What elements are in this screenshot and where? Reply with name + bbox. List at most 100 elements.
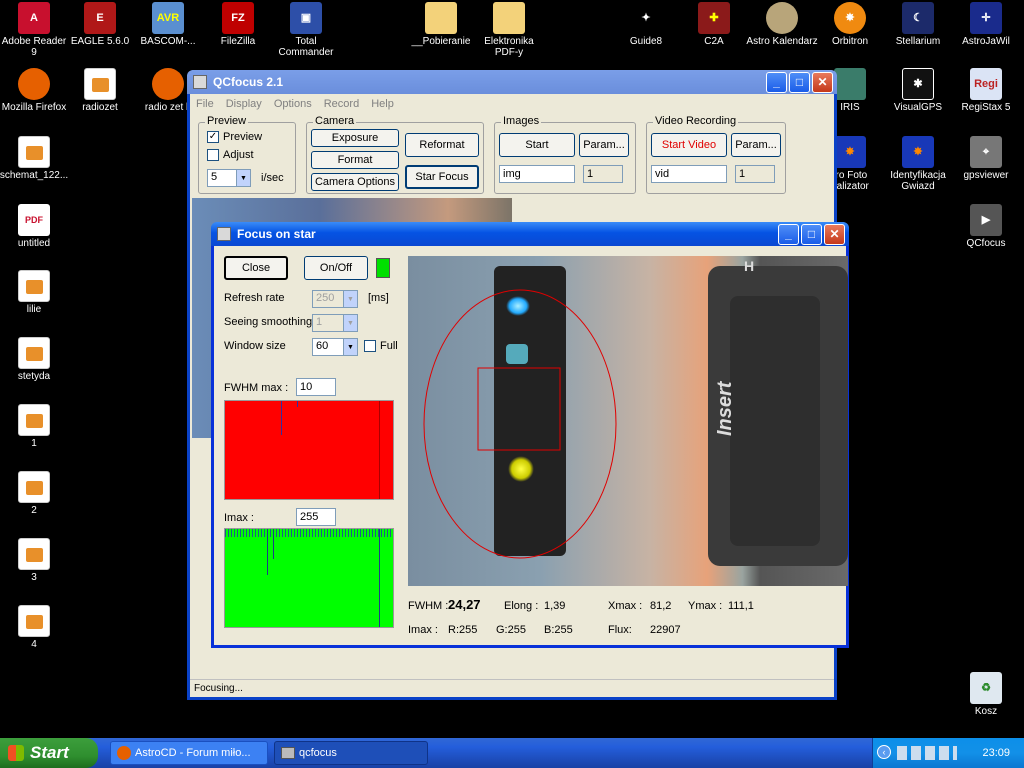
desktop-icon-registax[interactable]: Regi RegiStax 5 xyxy=(950,68,1022,113)
desktop-icon-orbitron[interactable]: ✸ Orbitron xyxy=(814,2,886,47)
system-tray: ‹ 23:09 xyxy=(872,738,1024,768)
menu-file[interactable]: File xyxy=(196,98,214,110)
desktop-icon-recycle-bin[interactable]: ♻ Kosz xyxy=(950,672,1022,717)
window-size-select[interactable]: 60 ▼ xyxy=(312,338,358,356)
status-text: Focusing... xyxy=(194,683,243,694)
close-dialog-button[interactable]: Close xyxy=(224,256,288,280)
desktop-icon-visualgps[interactable]: ✱ VisualGPS xyxy=(882,68,954,113)
xmax-value: 81,2 xyxy=(650,600,672,612)
menu-options[interactable]: Options xyxy=(274,98,312,110)
imax-plot-line xyxy=(267,529,268,575)
desktop-icon-2[interactable]: 2 xyxy=(0,471,70,516)
iris-icon xyxy=(834,68,866,100)
qcfocus-titlebar[interactable]: QCfocus 2.1 _ □ ✕ xyxy=(187,70,837,94)
camera-icon xyxy=(281,747,295,759)
camera-options-button[interactable]: Camera Options xyxy=(311,173,399,191)
desktop-icon-filezilla[interactable]: FZ FileZilla xyxy=(202,2,274,47)
app-icon xyxy=(217,227,231,241)
fwhm-plot-line xyxy=(297,401,298,407)
onoff-button[interactable]: On/Off xyxy=(304,256,368,280)
desktop-icon-bascom[interactable]: AVR BASCOM-... xyxy=(132,2,204,47)
start-button[interactable]: Start xyxy=(0,738,98,768)
close-button[interactable]: ✕ xyxy=(824,223,845,245)
fwhm-value: 24,27 xyxy=(448,597,481,612)
tray-icons[interactable] xyxy=(897,746,957,760)
firefox-icon xyxy=(117,746,131,760)
video-count-field[interactable]: 1 xyxy=(735,165,775,183)
menu-display[interactable]: Display xyxy=(226,98,262,110)
video-param-button[interactable]: Param... xyxy=(731,133,781,157)
chevron-down-icon: ▼ xyxy=(343,291,357,307)
maximize-button[interactable]: □ xyxy=(789,71,810,93)
imax-plot-line xyxy=(273,529,274,559)
desktop-icon-c2a[interactable]: ✚ C2A xyxy=(678,2,750,47)
start-video-button[interactable]: Start Video xyxy=(651,133,727,157)
desktop-icon-guide8[interactable]: ✦ Guide8 xyxy=(610,2,682,47)
desktop-icon-3[interactable]: 3 xyxy=(0,538,70,583)
gps-icon: ✱ xyxy=(902,68,934,100)
minimize-button[interactable]: _ xyxy=(778,223,799,245)
images-start-button[interactable]: Start xyxy=(499,133,575,157)
task-qcfocus[interactable]: qcfocus xyxy=(274,741,428,765)
maximize-button[interactable]: □ xyxy=(801,223,822,245)
folder-icon xyxy=(493,2,525,34)
avr-icon: AVR xyxy=(152,2,184,34)
video-name-field[interactable]: vid xyxy=(651,165,727,183)
preview-checkbox[interactable]: ✓ Preview xyxy=(207,131,262,143)
folder-icon xyxy=(425,2,457,34)
desktop-icon-astrojawil[interactable]: ✛ AstroJaWil xyxy=(950,2,1022,47)
desktop-icon-gpsviewer[interactable]: ⌖ gpsviewer xyxy=(950,136,1022,181)
fwhm-max-field[interactable]: 10 xyxy=(296,378,336,396)
rate-select[interactable]: 5 ▼ xyxy=(207,169,251,187)
imax-field[interactable]: 255 xyxy=(296,508,336,526)
refresh-rate-select[interactable]: 250 ▼ xyxy=(312,290,358,308)
desktop-icon-total-commander[interactable]: ▣ Total Commander xyxy=(270,2,342,58)
planet-icon xyxy=(766,2,798,34)
images-name-field[interactable]: img xyxy=(499,165,575,183)
clock[interactable]: 23:09 xyxy=(982,747,1010,759)
desktop-icon-1[interactable]: 1 xyxy=(0,404,70,449)
desktop-icon-firefox[interactable]: Mozilla Firefox xyxy=(0,68,70,113)
orbitron-icon: ✸ xyxy=(834,2,866,34)
minimize-button[interactable]: _ xyxy=(766,71,787,93)
eagle-icon: E xyxy=(84,2,116,34)
window-title: QCfocus 2.1 xyxy=(213,75,284,89)
images-param-button[interactable]: Param... xyxy=(579,133,629,157)
task-firefox[interactable]: AstroCD - Forum miło... xyxy=(110,741,268,765)
adjust-checkbox[interactable]: Adjust xyxy=(207,149,254,161)
menu-record[interactable]: Record xyxy=(324,98,359,110)
chevron-down-icon: ▼ xyxy=(236,170,250,186)
video-group: Video Recording Start Video Param... vid… xyxy=(646,115,786,194)
desktop-icon-identyfikacja[interactable]: ✸ Identyfikacja Gwiazd xyxy=(882,136,954,192)
menu-help[interactable]: Help xyxy=(371,98,394,110)
desktop-icon-radiozet[interactable]: radiozet xyxy=(64,68,136,113)
desktop-icon-lilie[interactable]: lilie xyxy=(0,270,70,315)
doc-icon xyxy=(18,136,50,168)
g-value: G:255 xyxy=(496,624,526,636)
seeing-smoothing-select[interactable]: 1 ▼ xyxy=(312,314,358,332)
desktop-icon-adobe-reader[interactable]: A Adobe Reader 9 xyxy=(0,2,70,58)
close-button[interactable]: ✕ xyxy=(812,71,833,93)
desktop-icon-elektronika[interactable]: Elektronika PDF-y xyxy=(473,2,545,58)
format-button[interactable]: Format xyxy=(311,151,399,169)
desktop-icon-qcfocus[interactable]: ▶ QCfocus xyxy=(950,204,1022,249)
moon-icon: ☾ xyxy=(902,2,934,34)
desktop-icon-untitled[interactable]: PDF untitled xyxy=(0,204,70,249)
focus-titlebar[interactable]: Focus on star _ □ ✕ xyxy=(211,222,849,246)
show-hidden-icons-button[interactable]: ‹ xyxy=(877,745,891,759)
desktop-icon-pobieranie[interactable]: __Pobieranie xyxy=(405,2,477,47)
full-checkbox[interactable]: Full xyxy=(364,340,398,352)
desktop-icon-schemat[interactable]: schemat_122... xyxy=(0,136,70,181)
desktop-icon-astro-kalendarz[interactable]: Astro Kalendarz xyxy=(746,2,818,47)
fwhm-plot-line xyxy=(281,401,282,435)
exposure-button[interactable]: Exposure xyxy=(311,129,399,147)
star-focus-button[interactable]: Star Focus xyxy=(405,165,479,189)
reformat-button[interactable]: Reformat xyxy=(405,133,479,157)
camera-group: Camera Exposure Format Camera Options Re… xyxy=(306,115,484,194)
desktop-icon-stetyda[interactable]: stetyda xyxy=(0,337,70,382)
doc-icon xyxy=(18,270,50,302)
desktop-icon-eagle[interactable]: E EAGLE 5.6.0 xyxy=(64,2,136,47)
desktop-icon-stellarium[interactable]: ☾ Stellarium xyxy=(882,2,954,47)
images-count-field[interactable]: 1 xyxy=(583,165,623,183)
desktop-icon-4[interactable]: 4 xyxy=(0,605,70,650)
